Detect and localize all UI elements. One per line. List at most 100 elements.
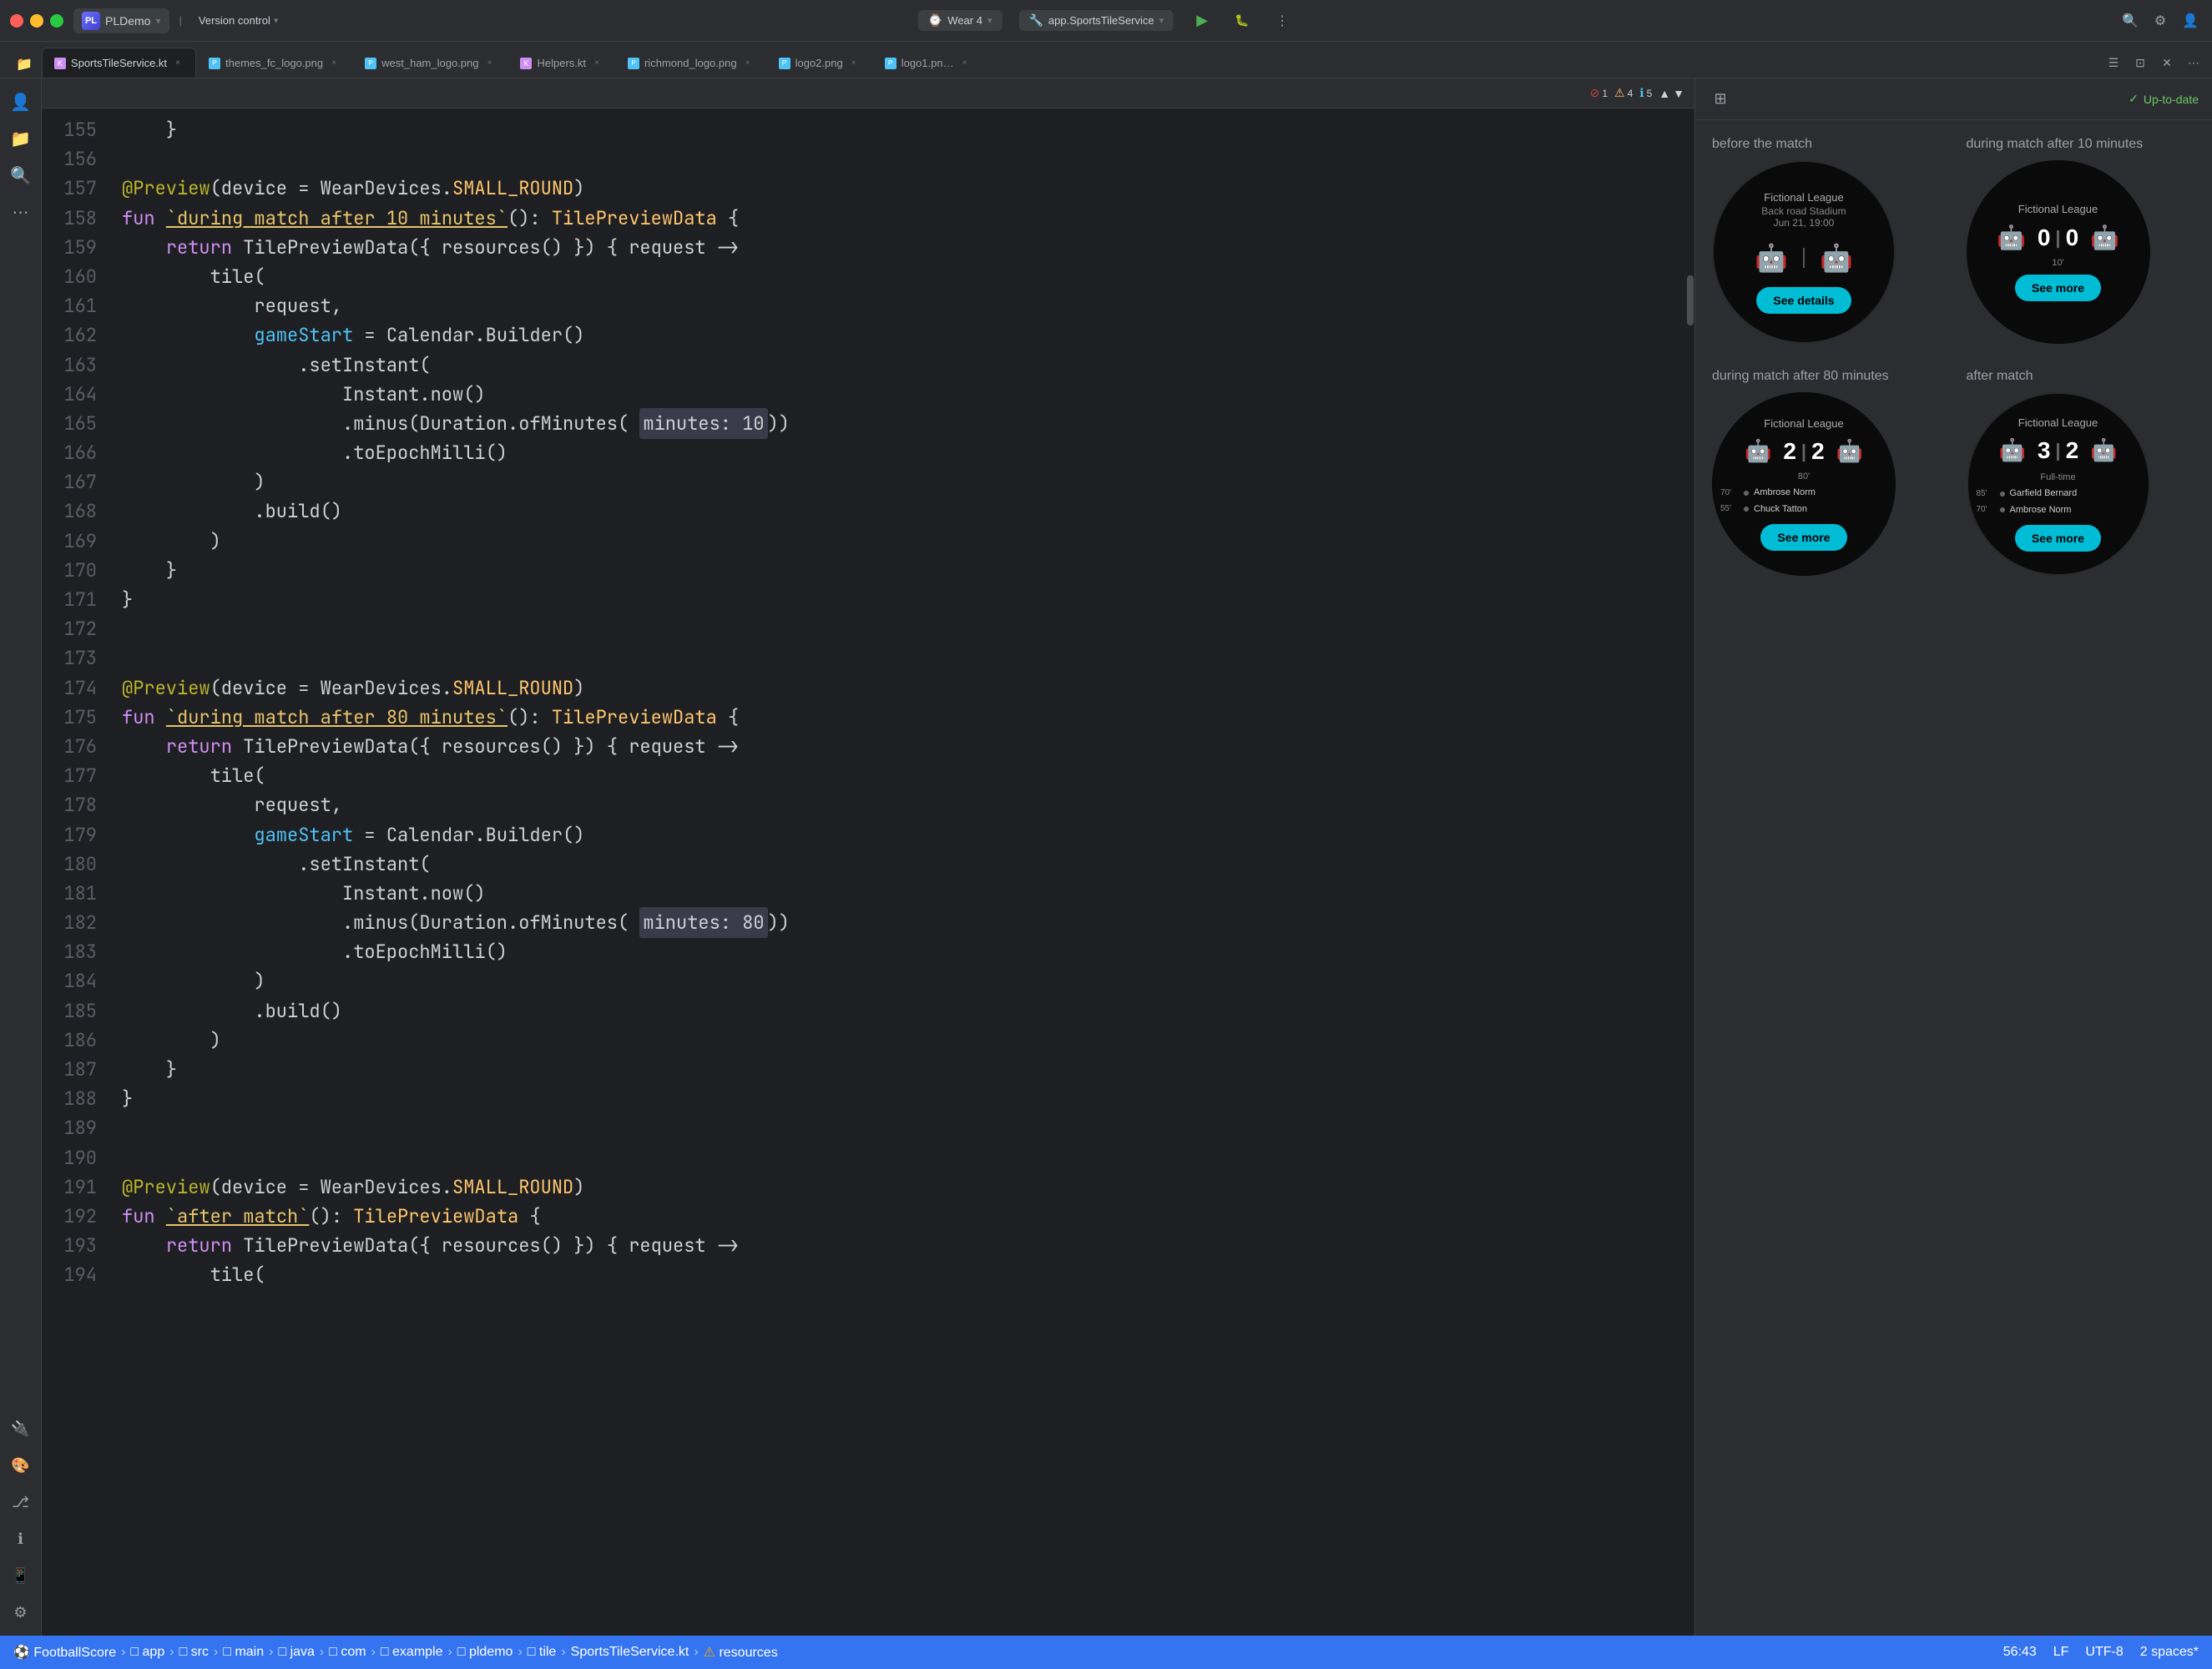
sidebar-icon-palette[interactable]: 🎨	[6, 1450, 36, 1480]
android-team1-icon: 🤖	[1745, 438, 1771, 464]
breadcrumb-src[interactable]: □ src	[179, 1645, 209, 1660]
tab-logo1[interactable]: P logo1.pn… ×	[872, 48, 983, 78]
preview-layout-icon[interactable]: ⊞	[1709, 88, 1732, 111]
code-line-160: tile(	[122, 262, 1686, 291]
score-away: 0	[2066, 224, 2079, 251]
breadcrumb-java[interactable]: □ java	[278, 1645, 314, 1660]
code-token: )	[573, 1172, 584, 1202]
app-menu[interactable]: PL PLDemo ▾	[73, 8, 169, 33]
breadcrumb-tile[interactable]: □ tile	[528, 1645, 557, 1660]
maximize-button[interactable]	[50, 14, 63, 28]
watch-league-text: Fictional League	[2018, 416, 2098, 429]
search-icon[interactable]: 🔍	[2119, 9, 2142, 33]
sidebar-toggle-btn[interactable]: 📁	[7, 49, 42, 78]
cursor-position[interactable]: 56:43	[2003, 1645, 2037, 1660]
sidebar-icon-plugin[interactable]: 🔌	[6, 1414, 36, 1444]
sidebar-icon-profile[interactable]: 👤	[6, 87, 36, 117]
line-num: 162	[42, 320, 97, 350]
tab-helpers[interactable]: K Helpers.kt ×	[508, 48, 615, 78]
tab-list-button[interactable]: ☰	[2102, 51, 2125, 74]
code-token: gameStart	[254, 820, 353, 850]
user-icon[interactable]: 👤	[2179, 9, 2202, 33]
breadcrumb-app[interactable]: □ app	[130, 1645, 164, 1660]
code-editor-body: 155 156 157 158 159 160 161 162 163 164 …	[42, 108, 1694, 1636]
tab-close-button[interactable]: ×	[591, 58, 603, 69]
line-num: 167	[42, 467, 97, 497]
tab-westham-logo[interactable]: P west_ham_logo.png ×	[352, 48, 508, 78]
collapse-warnings-button[interactable]: ▲ ▼	[1659, 87, 1684, 100]
sidebar-icon-info[interactable]: ℹ	[6, 1524, 36, 1554]
more-tabs-button[interactable]: ⋯	[2182, 51, 2205, 74]
breadcrumb-com[interactable]: □ com	[329, 1645, 366, 1660]
line-ending[interactable]: LF	[2053, 1645, 2069, 1660]
tab-close-button[interactable]: ×	[959, 58, 971, 69]
info-badge[interactable]: ℹ 5	[1639, 86, 1652, 100]
sidebar-icon-file[interactable]: 📁	[6, 124, 36, 154]
debug-button[interactable]: 🐛	[1230, 9, 1254, 33]
code-token: Instant.now()	[122, 380, 486, 409]
line-num: 170	[42, 556, 97, 585]
error-badge[interactable]: ⊘ 1	[1590, 86, 1608, 100]
tab-close-button[interactable]: ×	[483, 58, 495, 69]
see-more-button[interactable]: See more	[2015, 525, 2101, 552]
code-token: `during match after 10 minutes`	[166, 204, 508, 233]
tab-close-button[interactable]: ×	[172, 58, 184, 69]
breadcrumb-main[interactable]: □ main	[223, 1645, 264, 1660]
score-divider: |	[1801, 441, 1806, 462]
close-button[interactable]	[10, 14, 23, 28]
wear-badge[interactable]: ⌚ Wear 4 ▾	[918, 10, 1002, 31]
settings-icon[interactable]: ⚙	[2149, 9, 2172, 33]
sidebar-icon-more[interactable]: ⋯	[6, 197, 36, 227]
code-token: .minus(Duration.ofMinutes(	[122, 409, 639, 438]
score-divider: |	[2055, 440, 2060, 461]
tab-sportsTileService[interactable]: K SportsTileService.kt ×	[42, 48, 196, 78]
tab-label: richmond_logo.png	[644, 57, 737, 69]
sidebar-icon-search[interactable]: 🔍	[6, 160, 36, 190]
line-num: 193	[42, 1231, 97, 1260]
scrollbar-vertical[interactable]	[1686, 108, 1694, 1636]
more-options-button[interactable]: ⋮	[1270, 9, 1294, 33]
code-token: `after match`	[166, 1202, 310, 1231]
code-container[interactable]: 155 156 157 158 159 160 161 162 163 164 …	[42, 108, 1686, 1636]
service-badge[interactable]: 🔧 app.SportsTileService ▾	[1018, 10, 1174, 31]
close-all-tabs-button[interactable]: ✕	[2155, 51, 2179, 74]
breadcrumb-example[interactable]: □ example	[381, 1645, 443, 1660]
run-button[interactable]: ▶	[1190, 9, 1214, 33]
score-display: 2 | 2	[1783, 438, 1824, 465]
tab-richmond-logo[interactable]: P richmond_logo.png ×	[615, 48, 766, 78]
tab-themes-logo[interactable]: P themes_fc_logo.png ×	[196, 48, 352, 78]
see-more-button[interactable]: See more	[2015, 275, 2101, 301]
code-token: {	[717, 204, 739, 233]
charset[interactable]: UTF-8	[2085, 1645, 2123, 1660]
code-content[interactable]: } @Preview(device = WearDevices.SMALL_RO…	[109, 108, 1686, 1636]
warning-badge[interactable]: ⚠ 4	[1614, 86, 1633, 100]
breadcrumb-resources[interactable]: ⚠ resources	[704, 1644, 778, 1661]
tab-close-button[interactable]: ×	[848, 58, 860, 69]
indent[interactable]: 2 spaces*	[2140, 1645, 2199, 1660]
split-editor-button[interactable]: ⊡	[2129, 51, 2152, 74]
code-line-190	[122, 1143, 1686, 1172]
breadcrumb-file[interactable]: SportsTileService.kt	[571, 1645, 689, 1660]
warning-count: 4	[1628, 88, 1634, 99]
service-label: app.SportsTileService	[1048, 14, 1154, 27]
breadcrumb-pldemo[interactable]: □ pldemo	[457, 1645, 513, 1660]
code-token: ():	[309, 1202, 353, 1231]
sidebar-icon-git[interactable]: ⎇	[6, 1487, 36, 1517]
watch-scorers: 85' Garfield Bernard 70' Ambrose Norm	[1968, 486, 2149, 519]
see-details-button[interactable]: See details	[1756, 287, 1851, 314]
breadcrumb-football[interactable]: ⚽ FootballScore	[13, 1644, 116, 1661]
code-token: .setInstant(	[122, 850, 431, 879]
scrollbar-thumb[interactable]	[1687, 275, 1694, 325]
version-control[interactable]: Version control ▾	[192, 11, 285, 30]
minimize-button[interactable]	[30, 14, 43, 28]
see-more-button[interactable]: See more	[1760, 524, 1846, 551]
sidebar-icon-devices[interactable]: 📱	[6, 1561, 36, 1591]
sidebar-icon-settings[interactable]: ⚙	[6, 1597, 36, 1627]
tab-logo2[interactable]: P logo2.png ×	[766, 48, 872, 78]
tab-close-button[interactable]: ×	[328, 58, 340, 69]
line-num: 191	[42, 1172, 97, 1202]
tab-close-button[interactable]: ×	[742, 58, 754, 69]
folder-icon: 📁	[16, 56, 33, 73]
code-token: TilePreviewData({ resources() }) { reque…	[232, 732, 739, 761]
code-line-180: .setInstant(	[122, 850, 1686, 879]
